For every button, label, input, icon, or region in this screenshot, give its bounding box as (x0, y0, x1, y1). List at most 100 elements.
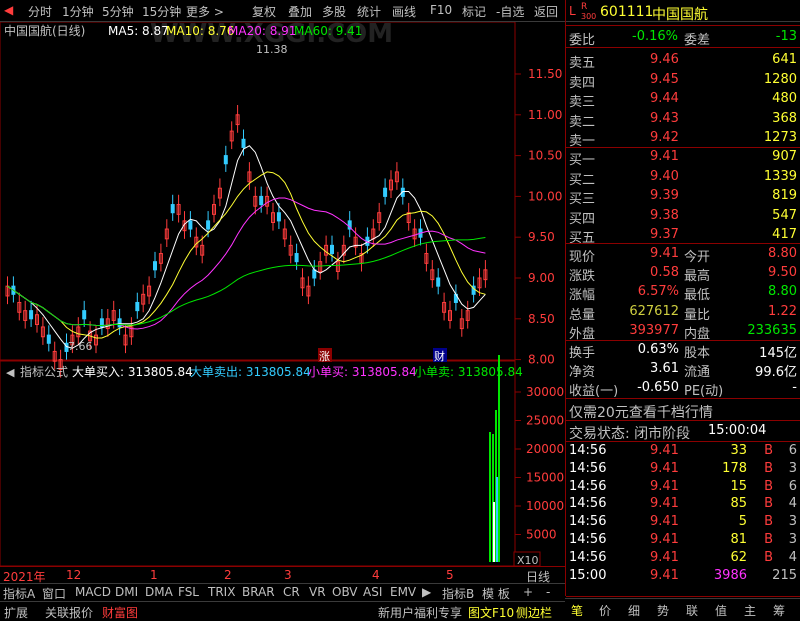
tab-1min[interactable]: 1分钟 (62, 3, 94, 20)
candle-body (294, 253, 299, 263)
tab-xi[interactable]: 细 (628, 602, 640, 619)
tab-dmi[interactable]: DMI (115, 585, 138, 599)
tab-fenshi[interactable]: 分时 (28, 3, 52, 20)
bottom-bar: 扩展 关联报价 财富图 新用户福利专享 图文F10 侧边栏 (0, 601, 565, 620)
quote-row[interactable]: 外盘 393977 内盘 233635 (566, 322, 800, 342)
tab-template[interactable]: 模 板 (482, 585, 510, 602)
tab-asi[interactable]: ASI (363, 585, 382, 599)
sell-level-row[interactable]: 卖三 9.44 480 (566, 90, 800, 110)
sell-level-row[interactable]: 卖五 9.46 641 (566, 51, 800, 71)
tab-zhi[interactable]: 值 (715, 602, 727, 619)
candle-body (436, 277, 441, 287)
big-buy-label: 大单买入: 313805.84 (72, 365, 193, 379)
buy-level-row[interactable]: 买二 9.40 1339 (566, 168, 800, 188)
time-label-5: 5 (446, 568, 454, 582)
sell-level-row[interactable]: 卖四 9.45 1280 (566, 71, 800, 91)
left-arrow-icon[interactable]: ◀ (4, 3, 13, 17)
tick-row[interactable]: 14:56 9.41 62 B 4 (566, 549, 800, 568)
candle-body (188, 220, 193, 230)
stat-row[interactable]: 换手 0.63% 股本 145亿 (566, 341, 800, 361)
stock-name: 中国国航 (652, 7, 708, 23)
btn-related-quote[interactable]: 关联报价 (45, 604, 93, 621)
indicator-bar (498, 355, 500, 562)
tab-zhu[interactable]: 主 (744, 602, 756, 619)
btn-huaxian[interactable]: 画线 (392, 3, 416, 20)
promo-row: 仅需20元查看千档行情 (566, 401, 800, 422)
kline-chart[interactable]: WWW.XGGI.COM 11.5011.0010.5010.009.509.0… (0, 22, 565, 566)
tab-vr[interactable]: VR (309, 585, 326, 599)
tab-obv[interactable]: OBV (332, 585, 358, 599)
tick-row[interactable]: 14:56 9.41 85 B 4 (566, 495, 800, 514)
btn-zixuan[interactable]: -自选 (496, 3, 524, 20)
tick-row[interactable]: 15:00 9.41 3986 215 (566, 567, 800, 586)
btn-sidebar[interactable]: 侧边栏 (516, 604, 552, 621)
btn-duogu[interactable]: 多股 (322, 3, 346, 20)
candle-body (241, 138, 246, 148)
price-tick-label: 11.00 (528, 108, 562, 122)
lr-marker: L (569, 4, 576, 18)
tab-emv[interactable]: EMV (390, 585, 416, 599)
indicator-name[interactable]: 指标公式 (20, 364, 68, 379)
tab-indicator-a[interactable]: 指标A (3, 585, 35, 602)
tab-add[interactable]: + (523, 585, 533, 599)
quote-row[interactable]: 涨跌 0.58 最高 9.50 (566, 264, 800, 284)
tick-row[interactable]: 14:56 9.41 5 B 3 (566, 513, 800, 532)
board-number: 300 (581, 12, 597, 21)
buy-level-row[interactable]: 买四 9.38 547 (566, 207, 800, 227)
tick-row[interactable]: 14:56 9.41 33 B 6 (566, 442, 800, 461)
indicator-tick-label: 15000 (526, 471, 564, 485)
tabs-scroll-right-icon[interactable]: ▶ (422, 585, 431, 599)
tab-fsl[interactable]: FSL (178, 585, 199, 599)
btn-fuquan[interactable]: 复权 (252, 3, 276, 20)
tab-jia[interactable]: 价 (599, 602, 611, 619)
buy-level-row[interactable]: 买一 9.41 907 (566, 148, 800, 168)
btn-new-user[interactable]: 新用户福利专享 (378, 604, 462, 621)
tab-brar[interactable]: BRAR (242, 585, 275, 599)
tick-row[interactable]: 14:56 9.41 81 B 3 (566, 531, 800, 550)
btn-fanhui[interactable]: 返回 (534, 3, 558, 20)
stat-row[interactable]: 收益(一) -0.650 PE(动) - (566, 379, 800, 399)
tab-more[interactable]: 更多 > (186, 3, 224, 20)
quote-row[interactable]: 总量 627612 量比 1.22 (566, 303, 800, 323)
ma20-line (7, 197, 486, 330)
time-label-12: 12 (66, 568, 82, 582)
sell-level-row[interactable]: 卖一 9.42 1273 (566, 129, 800, 149)
tab-chou[interactable]: 筹 (773, 602, 785, 619)
tab-cr[interactable]: CR (283, 585, 300, 599)
candle-body (383, 187, 388, 197)
buy-level-row[interactable]: 买三 9.39 819 (566, 187, 800, 207)
tab-5min[interactable]: 5分钟 (102, 3, 134, 20)
price-axis: 11.50 11.00 10.50 10.00 9.50 9.00 8.50 8.00 (515, 67, 562, 367)
tab-dma[interactable]: DMA (145, 585, 173, 599)
btn-wealth-map[interactable]: 财富图 (102, 604, 138, 621)
time-label-1: 1 (150, 568, 158, 582)
r-marker: R (581, 2, 588, 12)
tab-shi[interactable]: 势 (657, 602, 669, 619)
btn-expand[interactable]: 扩展 (4, 604, 28, 621)
tab-trix[interactable]: TRIX (208, 585, 235, 599)
sell-level-row[interactable]: 卖二 9.43 368 (566, 110, 800, 130)
tab-15min[interactable]: 15分钟 (142, 3, 181, 20)
btn-biaoji[interactable]: 标记 (462, 3, 486, 20)
btn-f10-text[interactable]: 图文F10 (468, 604, 514, 621)
btn-tongji[interactable]: 统计 (357, 3, 381, 20)
tab-macd[interactable]: MACD (75, 585, 111, 599)
tab-lian[interactable]: 联 (686, 602, 698, 619)
quote-row[interactable]: 涨幅 6.57% 最低 8.80 (566, 283, 800, 303)
tab-bi[interactable]: 笔 (571, 602, 583, 619)
candle-body (135, 301, 140, 312)
cai-badge-text: 财 (434, 349, 445, 363)
quote-row[interactable]: 现价 9.41 今开 8.80 (566, 245, 800, 265)
tick-row[interactable]: 14:56 9.41 178 B 3 (566, 460, 800, 479)
stat-row[interactable]: 净资 3.61 流通 99.6亿 (566, 360, 800, 380)
small-sell-label: 小单卖: 313805.84 (414, 365, 523, 379)
tab-remove[interactable]: - (546, 585, 550, 599)
tab-indicator-b[interactable]: 指标B (442, 585, 474, 602)
btn-diejia[interactable]: 叠加 (288, 3, 312, 20)
candle-body (46, 334, 51, 344)
tab-window[interactable]: 窗口 (42, 585, 66, 602)
btn-f10[interactable]: F10 (430, 3, 452, 17)
tick-row[interactable]: 14:56 9.41 15 B 6 (566, 478, 800, 497)
promo-text[interactable]: 仅需20元查看千档行情 (569, 402, 713, 422)
zhang-badge-text: 涨 (319, 350, 330, 363)
